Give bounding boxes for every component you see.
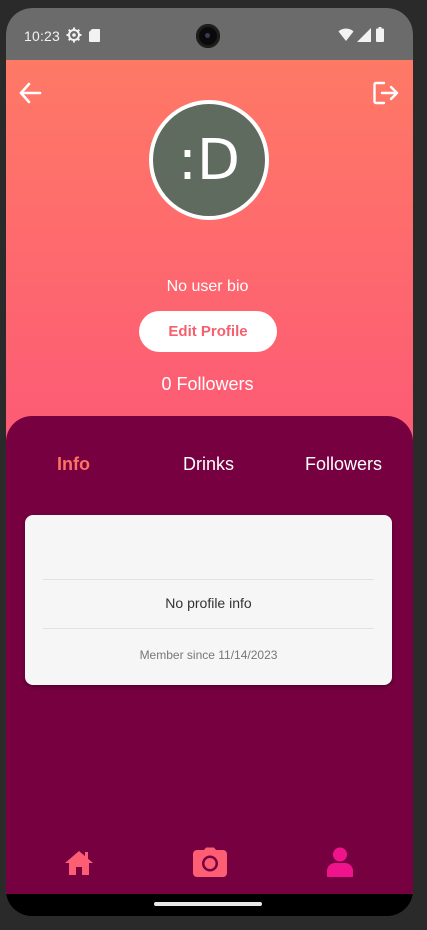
gear-icon — [66, 27, 82, 43]
member-since-text: Member since 11/14/2023 — [139, 648, 278, 662]
profile-info-card: No profile info Member since 11/14/2023 — [25, 515, 392, 685]
followers-count: 0 Followers — [161, 374, 254, 394]
battery-icon — [376, 27, 384, 42]
home-gesture-bar[interactable] — [154, 902, 262, 906]
tab-followers[interactable]: Followers — [305, 454, 382, 475]
device-frame: 10:23:D No user bio Edit Profile 0 Foll… — [6, 8, 413, 916]
arrow-left-icon[interactable] — [18, 80, 44, 106]
bottom-navigation — [6, 842, 413, 894]
status-bar: 10:23 — [6, 8, 413, 60]
avatar-text: :D — [178, 127, 240, 193]
wifi-icon — [338, 28, 354, 41]
gesture-navigation-area — [6, 894, 413, 916]
edit-profile-label: Edit Profile — [168, 323, 248, 340]
sd-card-icon — [89, 29, 100, 42]
avatar: :D — [149, 100, 269, 220]
user-bio: No user bio — [166, 278, 249, 295]
tab-info[interactable]: Info — [57, 454, 90, 475]
front-camera — [196, 24, 220, 48]
no-profile-info-text: No profile info — [165, 595, 252, 611]
divider — [43, 579, 374, 580]
logout-icon[interactable] — [372, 80, 400, 106]
home-icon[interactable] — [64, 850, 94, 876]
profile-screen: :D No user bio Edit Profile 0 Followers … — [6, 60, 413, 894]
divider — [43, 628, 374, 629]
edit-profile-button[interactable]: Edit Profile — [139, 311, 277, 352]
signal-icon — [357, 28, 371, 42]
user-icon[interactable] — [327, 847, 353, 877]
status-time: 10:23 — [24, 28, 61, 44]
camera-icon[interactable] — [193, 847, 227, 877]
content-panel: Info Drinks Followers No profile info Me… — [6, 416, 413, 894]
tab-drinks[interactable]: Drinks — [183, 454, 234, 475]
